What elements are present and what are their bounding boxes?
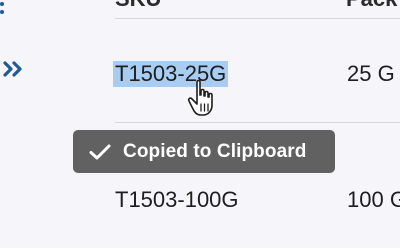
table-divider	[115, 18, 400, 19]
toast-message: Copied to Clipboard	[123, 140, 307, 162]
copied-toast: Copied to Clipboard	[73, 130, 335, 173]
double-chevron-right-icon[interactable]	[2, 58, 28, 80]
pack-size-cell: 25 G	[347, 61, 395, 86]
column-header-sku[interactable]: SKU	[115, 0, 161, 14]
product-table-view: SKU Pack Size T1503-25G 25 G T1503-100G …	[0, 0, 400, 248]
column-menu-icon[interactable]	[0, 0, 6, 22]
table-divider	[115, 122, 400, 123]
pack-size-cell: 100 G	[347, 187, 400, 212]
sku-cell[interactable]: T1503-100G	[115, 187, 239, 213]
sku-cell-selected[interactable]: T1503-25G	[113, 61, 229, 87]
column-header-pack-size[interactable]: Pack Size	[346, 0, 400, 14]
checkmark-icon	[89, 144, 111, 159]
